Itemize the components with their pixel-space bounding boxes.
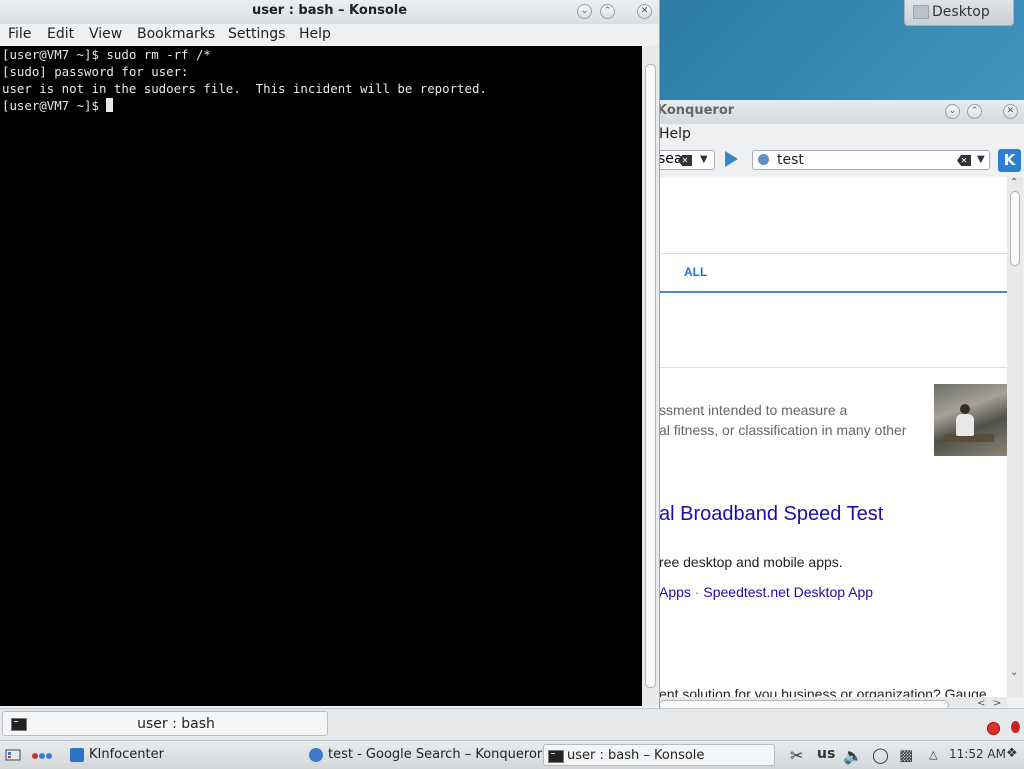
tab-all[interactable]: ALL (684, 265, 707, 279)
result-title-link[interactable]: al Broadband Speed Test (659, 503, 883, 526)
desktop-widget[interactable]: Desktop (904, 0, 1014, 26)
volume-icon[interactable]: 🔈 (843, 746, 863, 765)
tray-expand-icon[interactable]: △ (929, 748, 937, 761)
task-konqueror[interactable]: test - Google Search – Konqueror (305, 744, 542, 766)
minimize-icon[interactable]: ⌄ (577, 4, 592, 19)
konqueror-title: Konqueror (657, 103, 735, 118)
terminal-area[interactable]: [user@VM7 ~]$ sudo rm -rf /* [sudo] pass… (0, 46, 642, 706)
konsole-tab[interactable]: user : bash (2, 711, 328, 736)
task-label: test - Google Search – Konqueror (328, 747, 543, 762)
desktop-folder-icon (913, 5, 929, 19)
menu-settings[interactable]: Settings (228, 26, 285, 42)
konsole-tab-label: user : bash (137, 716, 215, 732)
menu-view[interactable]: View (89, 26, 122, 42)
close-icon[interactable]: ✕ (637, 4, 652, 19)
menu-bookmarks[interactable]: Bookmarks (137, 26, 215, 42)
konqueror-icon (309, 748, 323, 762)
sitelink-desktop-app[interactable]: Speedtest.net Desktop App (703, 584, 873, 600)
page-vertical-scrollbar[interactable]: ⌃ ⌄ (1007, 177, 1023, 697)
menu-file[interactable]: File (8, 26, 31, 42)
konsole-icon (548, 750, 564, 763)
result-sitelinks: Apps · Speedtest.net Desktop App (659, 584, 873, 600)
task-konsole[interactable]: user : bash – Konsole (543, 744, 775, 766)
terminal-line: [sudo] password for user: (2, 64, 189, 79)
scroll-down-icon[interactable]: ⌄ (1010, 667, 1018, 678)
result-description: ree desktop and mobile apps. (659, 554, 843, 570)
konqueror-titlebar[interactable]: Konqueror ⌄ ⌃ ✕ (649, 100, 1024, 124)
menu-edit[interactable]: Edit (47, 26, 74, 42)
maximize-icon[interactable]: ⌃ (967, 104, 982, 119)
terminal-line: user is not in the sudoers file. This in… (2, 81, 487, 96)
web-page: ALL ssment intended to measure a al fitn… (659, 177, 1007, 697)
terminal-prompt: [user@VM7 ~]$ (2, 98, 107, 113)
result-thumbnail-image[interactable] (934, 384, 1007, 456)
chevron-down-icon[interactable]: ▼ (700, 154, 708, 165)
stop-icon[interactable] (987, 722, 1000, 735)
konqueror-window: Konqueror ⌄ ⌃ ✕ Help sea ✕ ▼ test ✕ ▼ K … (648, 100, 1024, 714)
network-icon[interactable]: ◯ (872, 746, 889, 764)
taskbar: KInfocenter test - Google Search – Konqu… (0, 740, 1024, 769)
clear-url-icon[interactable]: ✕ (957, 155, 971, 166)
task-label: user : bash – Konsole (567, 748, 705, 763)
task-kinfocenter[interactable]: KInfocenter (66, 744, 296, 766)
sitelink-apps[interactable]: Apps (659, 584, 691, 600)
scissors-icon[interactable]: ✂ (790, 746, 803, 765)
terminal-line: [user@VM7 ~]$ sudo rm -rf /* (2, 47, 211, 62)
task-label: KInfocenter (89, 747, 164, 762)
terminal-scrollbar[interactable] (642, 46, 659, 706)
maximize-icon[interactable]: ⌃ (600, 4, 615, 19)
clock[interactable]: 11:52 AM (949, 747, 1006, 761)
terminal-cursor (106, 98, 114, 112)
divider (659, 253, 1007, 254)
device-notifier-icon[interactable]: ▩ (899, 746, 913, 764)
panel-toolbox-icon[interactable]: ❖ (1006, 746, 1018, 761)
kde-logo-icon: K (998, 149, 1021, 172)
location-text: test (777, 152, 804, 168)
keyboard-layout[interactable]: us (817, 746, 835, 762)
sitelink-separator: · (690, 584, 704, 600)
kinfocenter-icon (70, 748, 84, 762)
konsole-title: user : bash – Konsole (251, 3, 408, 18)
konsole-titlebar[interactable]: user : bash – Konsole ⌄ ⌃ ✕ (0, 0, 659, 24)
bug-icon[interactable] (1011, 721, 1020, 733)
menu-help[interactable]: Help (299, 26, 331, 42)
scrollbar-thumb[interactable] (1010, 191, 1020, 266)
konsole-window: user : bash – Konsole ⌄ ⌃ ✕ File Edit Vi… (0, 0, 660, 708)
menu-help[interactable]: Help (659, 126, 691, 142)
result-snippet-line1: ssment intended to measure a (659, 402, 848, 418)
minimize-icon[interactable]: ⌄ (945, 104, 960, 119)
search-combo-text: sea (658, 151, 683, 167)
search-provider-combo[interactable]: sea ✕ ▼ (655, 150, 715, 170)
search-engine-icon (758, 154, 769, 165)
konqueror-toolbar: sea ✕ ▼ test ✕ ▼ K (649, 146, 1024, 176)
desktop-widget-label: Desktop (932, 4, 990, 20)
go-arrow-icon[interactable] (725, 151, 738, 167)
terminal-prompt-line: [user@VM7 ~]$ (2, 98, 114, 113)
result-snippet-cut: ent solution for you business or organiz… (659, 686, 987, 697)
result-snippet-line2: al fitness, or classification in many ot… (659, 422, 907, 438)
tab-underline (659, 291, 1007, 293)
scroll-up-icon[interactable]: ⌃ (1010, 177, 1018, 188)
divider (659, 367, 1007, 368)
scrollbar-thumb[interactable] (645, 64, 656, 688)
app-launcher-icon[interactable] (5, 747, 21, 761)
close-icon[interactable]: ✕ (1003, 104, 1018, 119)
konqueror-menubar: Help (649, 124, 1024, 146)
konsole-tab-bar: user : bash (0, 708, 1024, 741)
konsole-menubar: File Edit View Bookmarks Settings Help (0, 24, 659, 46)
url-dropdown-icon[interactable]: ▼ (977, 154, 985, 165)
location-bar[interactable]: test ✕ ▼ (752, 150, 990, 170)
